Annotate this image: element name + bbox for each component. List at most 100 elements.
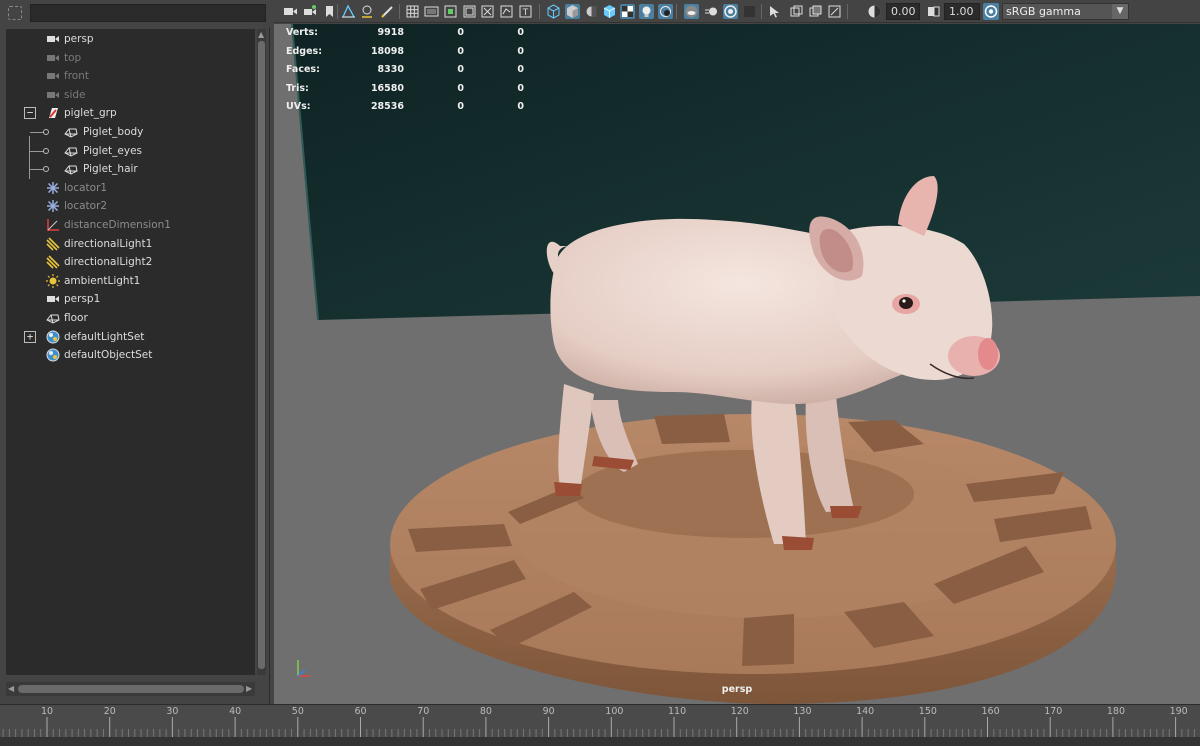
smooth-shade-icon[interactable] (565, 4, 580, 19)
ruler-tick-label: 50 (291, 706, 304, 717)
xray-joints-icon[interactable] (827, 4, 842, 19)
chevron-down-icon[interactable]: ▼ (1112, 4, 1128, 19)
xray-active-components-icon[interactable] (808, 4, 823, 19)
outliner-item-label: side (64, 88, 86, 101)
isolate-select-icon[interactable] (767, 4, 782, 19)
mesh-icon (64, 128, 78, 138)
outliner-panel: persp top front side − piglet_grp Piglet (0, 0, 270, 704)
scroll-right-icon[interactable]: ▶ (246, 685, 252, 693)
hud-value: 18098 (370, 45, 404, 57)
wireframe-icon[interactable] (546, 4, 561, 19)
multisample-aa-icon[interactable] (723, 4, 738, 19)
toolbar-separator (761, 4, 762, 19)
outliner-horizontal-scrollbar[interactable]: ◀ ▶ (6, 682, 255, 696)
outliner-item-piglet-eyes[interactable]: Piglet_eyes (6, 142, 255, 160)
outliner-item-piglet-hair[interactable]: Piglet_hair (6, 160, 255, 178)
outliner-vertical-scrollbar[interactable]: ▲ (257, 29, 266, 675)
outliner-item-default-object-set[interactable]: defaultObjectSet (6, 346, 255, 364)
bookmark-icon[interactable] (322, 4, 337, 19)
shadows-icon[interactable] (658, 4, 673, 19)
grease-pencil-icon[interactable] (380, 4, 395, 19)
outliner-item-directional-light2[interactable]: directionalLight2 (6, 253, 255, 271)
outliner-item-label: locator1 (64, 181, 108, 194)
set-icon (46, 348, 60, 362)
camera-icon (47, 36, 59, 42)
hud-value: 0 (517, 101, 524, 112)
textured-icon[interactable] (620, 4, 635, 19)
hud-value: 0 (457, 101, 464, 112)
wireframe-on-shaded-icon[interactable] (602, 4, 617, 19)
hud-row-tris: Tris: 16580 0 0 (286, 80, 546, 99)
screen-space-ao-icon[interactable] (684, 4, 699, 19)
field-chart-icon[interactable] (480, 4, 495, 19)
film-gate-icon[interactable] (424, 4, 439, 19)
default-material-icon[interactable] (584, 4, 599, 19)
outliner-item-locator1[interactable]: locator1 (6, 179, 255, 197)
2d-pan-zoom-icon[interactable] (360, 4, 375, 19)
ambient-light-icon (46, 273, 60, 288)
ruler-tick-label: 90 (542, 706, 555, 717)
hud-value: 0 (517, 64, 524, 75)
color-management-icon[interactable] (983, 3, 999, 20)
mesh-icon (64, 165, 78, 175)
outliner-item-side[interactable]: side (6, 86, 255, 104)
outliner-item-floor[interactable]: floor (6, 309, 255, 327)
scroll-up-icon[interactable]: ▲ (258, 31, 264, 39)
view-transform-select[interactable]: sRGB gamma ▼ (1002, 3, 1129, 20)
viewport-panel[interactable]: Verts: 9918 0 0 Edges: 18098 0 0 Faces: … (274, 24, 1200, 704)
outliner-item-directional-light1[interactable]: directionalLight1 (6, 235, 255, 253)
outliner-search-input[interactable] (30, 4, 266, 22)
safe-action-icon[interactable] (499, 4, 514, 19)
depth-of-field-icon[interactable] (742, 4, 757, 19)
range-slider[interactable] (0, 737, 1200, 746)
tree-node-icon (43, 129, 49, 135)
toolbar-separator (539, 4, 540, 19)
hud-label: UVs: (286, 101, 311, 112)
outliner-menu-icon[interactable] (8, 6, 22, 20)
outliner-item-persp[interactable]: persp (6, 30, 255, 48)
tree-node-icon (43, 147, 49, 154)
select-camera-icon[interactable] (283, 4, 298, 19)
gamma-field[interactable] (944, 3, 980, 20)
outliner-list: persp top front side − piglet_grp Piglet (6, 29, 255, 675)
scrollbar-thumb[interactable] (258, 41, 265, 669)
outliner-item-ambient-light1[interactable]: ambientLight1 (6, 272, 255, 290)
outliner-item-persp1[interactable]: persp1 (6, 290, 255, 308)
tree-line (30, 150, 44, 152)
outliner-item-front[interactable]: front (6, 67, 255, 85)
camera-attributes-icon[interactable] (303, 4, 318, 19)
outliner-item-locator2[interactable]: locator2 (6, 197, 255, 215)
outliner-item-top[interactable]: top (6, 49, 255, 67)
resolution-gate-icon[interactable] (443, 4, 458, 19)
outliner-item-piglet-body[interactable]: Piglet_body (6, 123, 255, 141)
hud-label: Verts: (286, 27, 318, 38)
xray-icon[interactable] (789, 4, 804, 19)
exposure-field[interactable] (886, 3, 920, 20)
scroll-left-icon[interactable]: ◀ (8, 685, 14, 693)
ruler-tick-label: 100 (605, 706, 624, 717)
outliner-item-label: Piglet_eyes (83, 144, 143, 157)
hud-row-uvs: UVs: 28536 0 0 (286, 98, 546, 117)
expand-icon[interactable]: + (24, 330, 36, 343)
time-slider[interactable]: 10 20 30 40 50 60 70 80 90 100 110 120 130 140 150 160 1… (0, 704, 1200, 746)
ruler-tick-label: 120 (730, 706, 749, 717)
distance-icon (47, 219, 59, 231)
outliner-item-distance-dimension1[interactable]: distanceDimension1 (6, 216, 255, 234)
use-all-lights-icon[interactable] (639, 4, 654, 19)
gamma-icon[interactable] (926, 4, 941, 19)
grid-icon[interactable] (405, 4, 420, 19)
gate-mask-icon[interactable] (462, 4, 477, 19)
time-ruler[interactable] (0, 705, 1200, 737)
hud-value: 0 (517, 45, 524, 57)
exposure-icon[interactable] (867, 4, 882, 19)
scrollbar-thumb[interactable] (18, 685, 244, 693)
outliner-item-piglet-grp[interactable]: − piglet_grp (6, 104, 255, 122)
set-icon (46, 330, 60, 344)
image-plane-icon[interactable] (341, 4, 356, 19)
motion-blur-icon[interactable] (704, 4, 719, 19)
safe-title-icon[interactable]: T (518, 4, 533, 19)
hud-row-faces: Faces: 8330 0 0 (286, 61, 546, 80)
collapse-icon[interactable]: − (24, 107, 36, 120)
ruler-tick-label: 160 (981, 706, 1000, 717)
outliner-item-default-light-set[interactable]: + defaultLightSet (6, 328, 255, 346)
